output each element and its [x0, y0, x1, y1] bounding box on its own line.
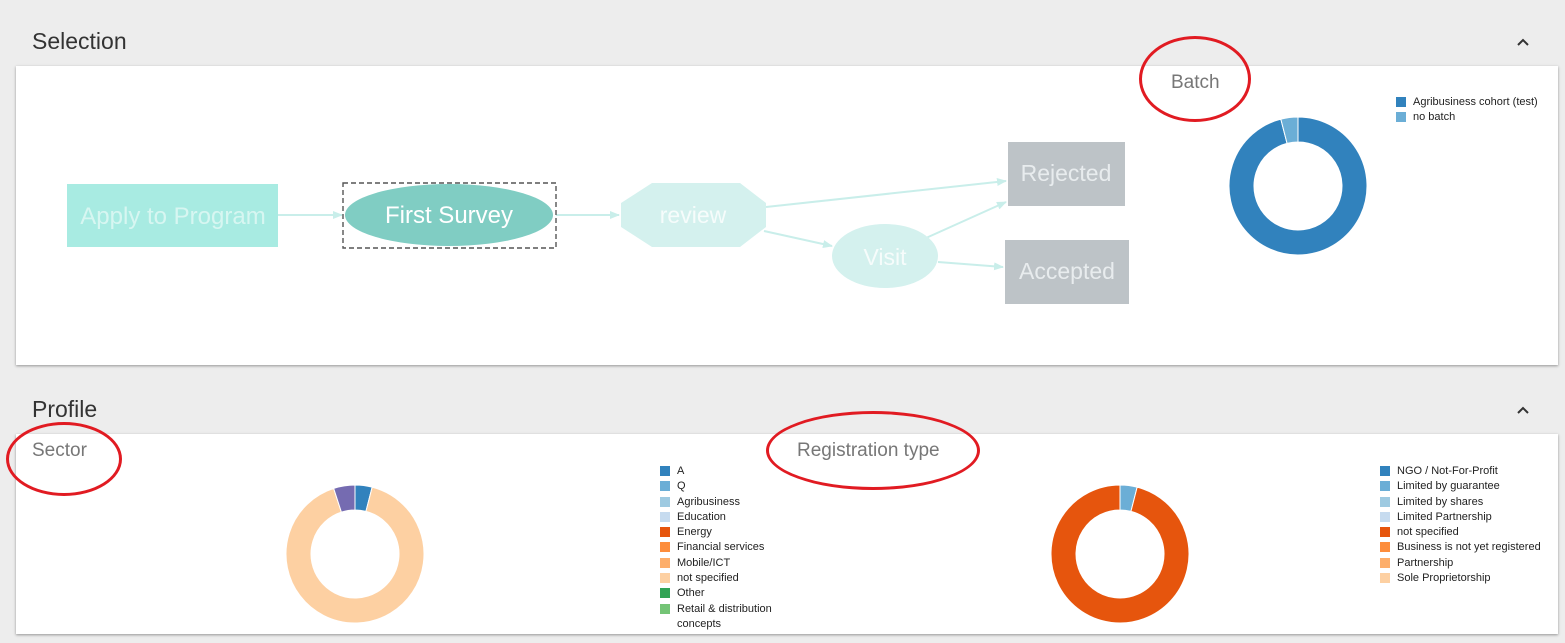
sector-legend-item[interactable]: Financial services: [660, 540, 772, 555]
node-first-survey-label: First Survey: [385, 202, 513, 229]
section-title-selection: Selection: [32, 28, 127, 54]
batch-legend-item[interactable]: no batch: [1396, 110, 1538, 125]
legend-label: Q: [677, 480, 686, 493]
registration-legend-item[interactable]: Limited by shares: [1380, 495, 1541, 510]
sector-legend-item[interactable]: Energy: [660, 525, 772, 540]
workflow-diagram: Apply to Program First Survey review Vis…: [67, 142, 1129, 304]
sector-legend-item[interactable]: Other: [660, 586, 772, 601]
legend-swatch: [1380, 481, 1390, 492]
node-accepted[interactable]: Accepted: [1005, 240, 1129, 304]
legend-label: Financial services: [677, 541, 765, 554]
node-apply-label: Apply to Program: [80, 203, 265, 230]
section-title-profile: Profile: [32, 396, 98, 422]
registration-legend-item[interactable]: Partnership: [1380, 556, 1541, 571]
legend-label-line2: concepts: [677, 617, 722, 630]
selection-card: Apply to Program First Survey review Vis…: [16, 66, 1558, 365]
registration-legend-item[interactable]: Business is not yet registered: [1380, 540, 1541, 555]
legend-swatch: [660, 542, 670, 553]
legend-label: not specified: [677, 572, 739, 585]
sector-legend-item[interactable]: Mobile/ICT: [660, 556, 772, 571]
legend-swatch: [660, 511, 670, 522]
legend-swatch: [1380, 557, 1390, 568]
legend-swatch: [1380, 466, 1390, 476]
legend-swatch: [660, 496, 670, 507]
legend-swatch: [660, 573, 670, 584]
legend-swatch: [1380, 573, 1390, 584]
legend-swatch: [1396, 97, 1406, 107]
legend-label: Business is not yet registered: [1397, 541, 1541, 554]
collapse-selection-button[interactable]: [1511, 30, 1535, 54]
registration-legend-item[interactable]: not specified: [1380, 525, 1541, 540]
sector-legend-item[interactable]: not specified: [660, 571, 772, 586]
legend-swatch: [1380, 542, 1390, 553]
legend-label: Other: [677, 587, 705, 600]
registration-donut-chart: [1050, 484, 1190, 624]
legend-swatch: [660, 588, 670, 599]
legend-label: Energy: [677, 526, 712, 539]
legend-swatch: [660, 527, 670, 538]
node-first-survey[interactable]: First Survey: [342, 182, 557, 249]
edge-review-rejected: [765, 177, 1007, 208]
donut-slice-not-specified[interactable]: [1050, 484, 1190, 624]
sector-legend-item[interactable]: Q: [660, 479, 772, 494]
legend-label: Retail & distribution concepts: [677, 602, 772, 630]
sector-legend-item[interactable]: Agribusiness: [660, 495, 772, 510]
legend-label: no batch: [1413, 111, 1456, 124]
edge-visit-accepted: [937, 261, 1004, 271]
node-visit[interactable]: Visit: [832, 224, 938, 288]
chart-title-sector: Sector: [32, 440, 87, 461]
batch-donut-chart: [1228, 116, 1368, 256]
sector-legend-item[interactable]: A: [660, 464, 772, 479]
node-review-label: review: [660, 202, 727, 228]
legend-swatch: [660, 557, 670, 568]
registration-legend-item[interactable]: Sole Proprietorship: [1380, 571, 1541, 586]
registration-legend-item[interactable]: Limited by guarantee: [1380, 479, 1541, 494]
edge-review-visit: [763, 230, 833, 248]
node-rejected[interactable]: Rejected: [1008, 142, 1125, 206]
legend-label: not specified: [1397, 526, 1459, 539]
chart-title-registration-type: Registration type: [797, 440, 940, 461]
sector-donut-chart: [285, 484, 425, 624]
legend-label: Education: [677, 510, 726, 523]
batch-legend: Agribusiness cohort (test) no batch: [1396, 95, 1538, 126]
legend-swatch: [1396, 112, 1406, 123]
sector-legend-item[interactable]: Education: [660, 510, 772, 525]
legend-label: Partnership: [1397, 556, 1454, 569]
collapse-profile-button[interactable]: [1511, 398, 1535, 422]
node-review[interactable]: review: [621, 183, 766, 247]
legend-swatch: [1380, 527, 1390, 538]
legend-label: Mobile/ICT: [677, 556, 731, 569]
chevron-up-icon: [1517, 406, 1529, 414]
profile-card: Sector A Q Agribusiness Education Energy Fina…: [16, 434, 1558, 634]
batch-legend-item[interactable]: Agribusiness cohort (test): [1396, 95, 1538, 110]
legend-swatch: [660, 481, 670, 492]
registration-legend-item[interactable]: NGO / Not-For-Profit: [1380, 464, 1541, 479]
legend-label: NGO / Not-For-Profit: [1397, 465, 1498, 477]
node-accepted-label: Accepted: [1019, 258, 1115, 284]
sector-legend: A Q Agribusiness Education Energy Financial s…: [660, 464, 772, 632]
sector-legend-item[interactable]: Retail & distribution concepts: [660, 602, 772, 633]
legend-swatch: [660, 466, 670, 476]
legend-label: Agribusiness: [677, 495, 740, 508]
legend-label: Limited by shares: [1397, 495, 1484, 508]
edge-visit-rejected: [925, 201, 1007, 239]
legend-label: A: [677, 465, 685, 477]
node-rejected-label: Rejected: [1021, 160, 1112, 186]
chart-title-batch: Batch: [1171, 72, 1220, 93]
node-visit-label: Visit: [863, 244, 907, 270]
registration-legend: NGO / Not-For-Profit Limited by guarantee…: [1380, 464, 1541, 586]
legend-swatch: [1380, 496, 1390, 507]
legend-label: Agribusiness cohort (test): [1413, 96, 1538, 108]
registration-legend-item[interactable]: Limited Partnership: [1380, 510, 1541, 525]
legend-label: Limited by guarantee: [1397, 480, 1500, 493]
node-apply-to-program[interactable]: Apply to Program: [67, 184, 278, 247]
legend-swatch: [1380, 511, 1390, 522]
legend-swatch: [660, 603, 670, 614]
legend-label: Limited Partnership: [1397, 510, 1492, 523]
chevron-up-icon: [1517, 38, 1529, 46]
legend-label: Sole Proprietorship: [1397, 572, 1491, 585]
